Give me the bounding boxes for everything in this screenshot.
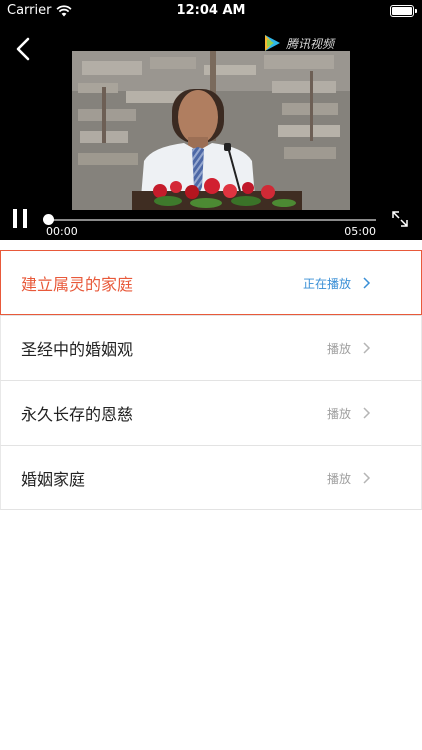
playlist-item[interactable]: 永久长存的恩慈 播放 bbox=[0, 380, 422, 445]
battery-icon bbox=[390, 5, 417, 17]
player-controls: 00:00 05:00 bbox=[0, 205, 422, 240]
progress-knob[interactable] bbox=[43, 214, 54, 225]
pause-button[interactable] bbox=[12, 209, 30, 229]
chevron-right-icon bbox=[363, 407, 371, 419]
playlist-item-title: 婚姻家庭 bbox=[21, 470, 86, 489]
chevron-right-icon bbox=[363, 472, 371, 484]
playlist-item-status: 播放 bbox=[326, 472, 351, 486]
video-frame[interactable] bbox=[72, 51, 350, 210]
playlist-item-status: 正在播放 bbox=[302, 277, 351, 291]
current-time: 00:00 bbox=[46, 225, 78, 238]
tencent-video-logo: 腾讯视频 bbox=[262, 33, 334, 53]
fullscreen-button[interactable] bbox=[390, 209, 410, 229]
playlist-item[interactable]: 圣经中的婚姻观 播放 bbox=[0, 315, 422, 380]
playlist-item-title: 圣经中的婚姻观 bbox=[21, 340, 134, 359]
status-bar: Carrier 12:04 AM bbox=[0, 0, 422, 24]
chevron-right-icon bbox=[363, 277, 371, 289]
playlist: 建立属灵的家庭 正在播放 圣经中的婚姻观 播放 永久长存的恩慈 播放 婚姻家庭 播放 bbox=[0, 250, 422, 510]
clock: 12:04 AM bbox=[176, 3, 246, 18]
pause-icon bbox=[13, 209, 17, 228]
playlist-item-status: 播放 bbox=[326, 342, 351, 356]
chevron-right-icon bbox=[363, 342, 371, 354]
playlist-item-status: 播放 bbox=[326, 407, 351, 421]
playlist-item-title: 永久长存的恩慈 bbox=[21, 405, 134, 424]
progress-bar[interactable] bbox=[43, 214, 376, 225]
back-button[interactable] bbox=[12, 36, 36, 62]
logo-text: 腾讯视频 bbox=[286, 36, 335, 51]
playlist-item[interactable]: 建立属灵的家庭 正在播放 bbox=[0, 250, 422, 315]
total-time: 05:00 bbox=[344, 225, 376, 238]
playlist-item-title: 建立属灵的家庭 bbox=[21, 275, 134, 294]
tencent-video-logo-icon bbox=[265, 35, 280, 51]
playlist-item[interactable]: 婚姻家庭 播放 bbox=[0, 445, 422, 510]
video-player-area: Carrier 12:04 AM 腾讯视频 00:00 05:00 bbox=[0, 0, 422, 240]
